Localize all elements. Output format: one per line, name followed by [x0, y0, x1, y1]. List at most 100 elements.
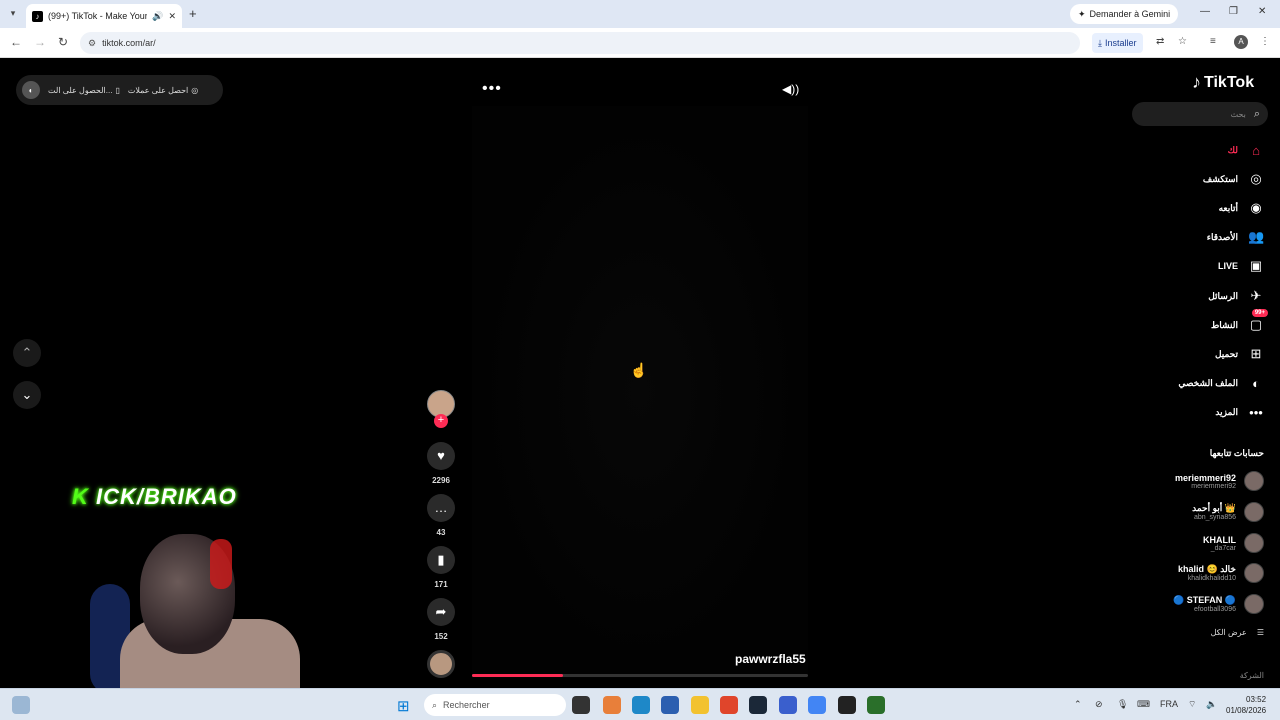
account-nickname: 🔵 STEFAN 🔵 — [1173, 595, 1236, 605]
speaker-tray-icon[interactable]: 🔈 — [1206, 699, 1217, 710]
browser-tab-tiktok[interactable]: ♪ (99+) TikTok - Make Your D… 🔊 ✕ — [26, 4, 182, 28]
see-all-button[interactable]: عرض الكل ☰ — [1211, 628, 1264, 637]
mic-icon[interactable]: 🎙 — [1117, 699, 1128, 710]
following-account-row[interactable]: khalid 😊 خالد khalidkhalidd10 — [1178, 561, 1264, 585]
sidebar-item-3[interactable]: الأصدقاء 👥 — [1207, 227, 1264, 247]
wifi-icon[interactable]: ⌔ — [1188, 699, 1196, 710]
app-badge-icon[interactable] — [779, 696, 797, 714]
volume-icon[interactable]: ◀)) — [782, 82, 799, 96]
sparkle-icon: ✦ — [1078, 8, 1086, 19]
sidebar-item-8[interactable]: الملف الشخصي ◐ — [1178, 373, 1264, 393]
language-indicator[interactable]: FRA — [1160, 699, 1178, 709]
obs-icon[interactable] — [838, 696, 856, 714]
translate-icon[interactable]: ⇄ — [1156, 36, 1164, 47]
sidebar-item-7[interactable]: تحميل ⊞ — [1215, 344, 1264, 364]
sidebar-item-label: المزيد — [1215, 406, 1238, 417]
windows-start-icon[interactable]: ⊞ — [397, 697, 410, 715]
coins-pill[interactable]: ◐ الحصول على الت... ▯ احصل على عملات ◎ — [16, 75, 223, 105]
terminal-app-icon[interactable] — [867, 696, 885, 714]
clock[interactable]: 03:52 01/08/2026 — [1226, 694, 1266, 716]
taskbar-search[interactable]: ⌕ Rechercher — [424, 694, 566, 716]
account-names: meriemmeri92 meriemmeri92 — [1175, 473, 1236, 490]
sidebar-item-label: لك — [1227, 144, 1238, 155]
minimize-icon[interactable]: — — [1200, 6, 1210, 17]
following-account-row[interactable]: meriemmeri92 meriemmeri92 — [1175, 469, 1264, 493]
steam-icon[interactable] — [749, 696, 767, 714]
sidebar-item-label: الأصدقاء — [1206, 231, 1238, 242]
following-account-row[interactable]: أبو أحمد 👑 abn_syria856 — [1192, 500, 1264, 524]
address-bar[interactable]: ⚙ tiktok.com/ar/ — [80, 32, 1080, 54]
brave-icon[interactable] — [720, 696, 738, 714]
following-account-row[interactable]: KHALIL _da7car — [1203, 531, 1264, 555]
store-icon[interactable] — [661, 696, 679, 714]
sidebar-item-9[interactable]: المزيد ••• — [1215, 402, 1264, 422]
close-tab-icon[interactable]: ✕ — [168, 11, 176, 22]
edge-icon[interactable] — [632, 696, 650, 714]
bookmark-icon[interactable]: ▮ — [427, 546, 455, 574]
gemini-button[interactable]: ✦ Demander à Gemini — [1070, 4, 1179, 24]
sidebar-item-6[interactable]: النشاط ▢ 99+ — [1211, 309, 1268, 335]
video-username[interactable]: pawwrzfla55 — [735, 652, 806, 666]
sidebar-item-5[interactable]: الرسائل ✈ — [1208, 286, 1264, 306]
bookmark-star-icon[interactable]: ☆ — [1178, 36, 1187, 47]
sidebar-item-icon: ▢ — [1249, 317, 1263, 332]
account-names: 🔵 STEFAN 🔵 efootball3096 — [1173, 595, 1236, 613]
sidebar-item-4[interactable]: LIVE ▣ — [1218, 256, 1264, 276]
new-tab-button[interactable]: + — [189, 6, 197, 21]
back-icon[interactable]: ← — [10, 35, 22, 49]
site-info-icon[interactable]: ⚙ — [88, 38, 96, 49]
task-view-icon[interactable] — [572, 696, 590, 714]
more-options-icon[interactable]: ••• — [482, 80, 502, 98]
account-avatar — [1244, 471, 1264, 491]
following-account-row[interactable]: 🔵 STEFAN 🔵 efootball3096 — [1173, 592, 1264, 616]
sidebar-item-1[interactable]: استكشف ◎ — [1203, 169, 1264, 189]
pill-get-label: الحصول على الت... — [48, 85, 113, 95]
kick-rest: ICK/BRIKAO — [88, 484, 237, 509]
copilot-icon[interactable] — [603, 696, 621, 714]
next-video-chevron-down-icon[interactable]: ⌄ — [13, 381, 41, 409]
sidebar-item-icon: 👥 — [1248, 229, 1265, 244]
chrome-icon[interactable] — [808, 696, 826, 714]
prev-video-chevron-up-icon[interactable]: ⌃ — [13, 339, 41, 367]
share-icon[interactable]: ➦ — [427, 598, 455, 626]
get-coins-item[interactable]: احصل على عملات ◎ — [128, 86, 198, 95]
music-disc-icon[interactable] — [427, 650, 455, 678]
close-window-icon[interactable]: ✕ — [1258, 6, 1266, 17]
sidebar-item-2[interactable]: أتابعه ◉ — [1219, 198, 1264, 218]
video-progress-bar[interactable] — [472, 674, 808, 677]
profile-avatar[interactable]: A — [1234, 35, 1248, 49]
widgets-icon[interactable] — [12, 696, 30, 714]
menu-kebab-icon[interactable]: ⋮ — [1260, 36, 1270, 47]
logo-text: TikTok — [1204, 73, 1255, 91]
file-explorer-icon[interactable] — [691, 696, 709, 714]
forward-icon[interactable]: → — [34, 35, 46, 49]
restore-icon[interactable]: ❐ — [1229, 6, 1238, 17]
reload-icon[interactable]: ↻ — [58, 35, 68, 49]
search-input[interactable]: بحث ⌕ — [1132, 102, 1268, 126]
sidebar-item-icon: ◎ — [1250, 171, 1262, 186]
account-username: efootball3096 — [1193, 606, 1236, 613]
reading-list-icon[interactable]: ≡ — [1210, 36, 1216, 47]
network-off-icon[interactable]: ⊘ — [1095, 699, 1103, 710]
search-icon[interactable]: ⌕ — [1254, 108, 1260, 121]
heart-icon[interactable]: ♥ — [427, 442, 455, 470]
video-player[interactable] — [472, 106, 808, 678]
follow-plus-icon[interactable]: + — [434, 414, 448, 428]
url-text: tiktok.com/ar/ — [102, 38, 156, 48]
tab-search-icon[interactable]: ▾ — [6, 6, 20, 20]
sidebar-item-icon: ⌂ — [1252, 142, 1260, 158]
comment-icon[interactable]: … — [427, 494, 455, 522]
install-app-button[interactable]: ⤓ Installer — [1092, 33, 1143, 53]
tray-chevron-icon[interactable]: ⌃ — [1074, 699, 1082, 710]
comments-count: 43 — [436, 528, 446, 537]
sidebar-item-label: الرسائل — [1208, 290, 1238, 301]
sidebar-item-0[interactable]: لك ⌂ — [1228, 140, 1264, 160]
keyboard-icon[interactable]: ⌨ — [1137, 699, 1150, 710]
install-label: Installer — [1104, 38, 1137, 48]
list-icon: ☰ — [1256, 628, 1264, 637]
speaker-icon[interactable]: 🔊 — [152, 11, 163, 22]
company-link[interactable]: الشركة — [1240, 671, 1264, 680]
tiktok-logo[interactable]: ♪ TikTok — [1192, 72, 1254, 93]
sidebar-item-icon: ◐ — [1252, 375, 1260, 391]
get-pill-item[interactable]: الحصول على الت... ▯ — [48, 86, 120, 95]
